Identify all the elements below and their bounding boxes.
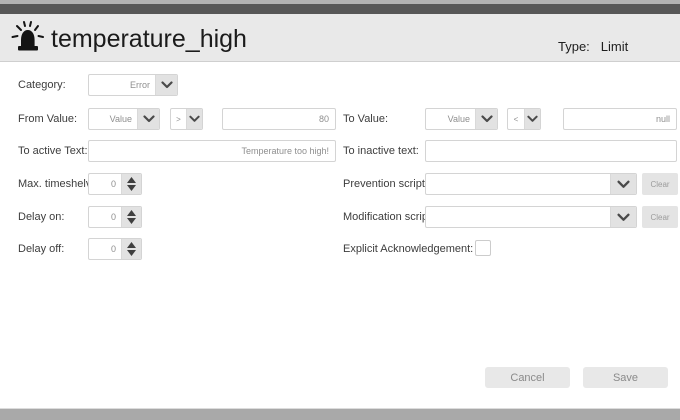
prevention-script-clear-button[interactable]: Clear xyxy=(642,173,678,195)
page-title: temperature_high xyxy=(51,25,247,53)
delay-off-label: Delay off: xyxy=(18,243,65,255)
delay-off-value: 0 xyxy=(110,244,116,254)
prevention-script-select[interactable] xyxy=(425,173,637,195)
to-inactive-text-label: To inactive text: xyxy=(343,145,419,157)
spinner-down-icon xyxy=(127,185,136,191)
modification-script-select[interactable] xyxy=(425,206,637,228)
alarm-type-value: Limit xyxy=(600,39,629,54)
window-title-bar xyxy=(0,4,680,14)
cancel-button[interactable]: Cancel xyxy=(485,367,570,388)
alarm-type-label: Type: xyxy=(558,39,590,54)
delay-off-stepper[interactable]: 0 xyxy=(88,238,142,260)
alarm-type: Type: Limit xyxy=(558,39,628,54)
window-bottom-bar xyxy=(0,408,680,420)
prevention-script-label: Prevention script: xyxy=(343,178,428,190)
to-inactive-text-input[interactable] xyxy=(425,140,677,162)
from-value-source-select[interactable]: Value xyxy=(88,108,160,130)
to-value-source: Value xyxy=(447,114,470,124)
chevron-down-icon[interactable] xyxy=(137,109,159,129)
to-value-input[interactable] xyxy=(563,108,677,130)
spinner-down-icon xyxy=(127,218,136,224)
category-select[interactable]: Error xyxy=(88,74,178,96)
from-value-operator: > xyxy=(176,114,181,124)
prevention-script-value xyxy=(426,174,610,194)
chevron-down-icon[interactable] xyxy=(610,174,636,194)
to-value-source-select[interactable]: Value xyxy=(425,108,498,130)
dialog-header: temperature_high Type: Limit xyxy=(0,14,680,62)
from-value-input[interactable] xyxy=(222,108,336,130)
from-value-operator-select[interactable]: > xyxy=(170,108,203,130)
to-value-operator: < xyxy=(513,114,519,124)
delay-on-value: 0 xyxy=(110,212,116,222)
delay-on-label: Delay on: xyxy=(18,211,65,223)
max-timeshelve-value: 0 xyxy=(110,179,116,189)
spinner-up-icon xyxy=(127,210,136,216)
category-label: Category: xyxy=(18,79,66,91)
explicit-acknowledgement-label: Explicit Acknowledgement: xyxy=(343,243,474,255)
alarm-config-window: temperature_high Type: Limit Category: E… xyxy=(0,0,680,420)
spinner-down-icon xyxy=(127,250,136,256)
to-value-label: To Value: xyxy=(343,113,389,125)
spinner-up-icon xyxy=(127,242,136,248)
modification-script-value xyxy=(426,207,610,227)
modification-script-clear-button[interactable]: Clear xyxy=(642,206,678,228)
alarm-beacon-icon xyxy=(10,19,46,58)
delay-on-stepper[interactable]: 0 xyxy=(88,206,142,228)
explicit-acknowledgement-checkbox[interactable] xyxy=(475,240,491,256)
category-value: Error xyxy=(130,80,150,90)
chevron-down-icon[interactable] xyxy=(524,109,540,129)
chevron-down-icon[interactable] xyxy=(475,109,497,129)
chevron-down-icon[interactable] xyxy=(186,109,202,129)
from-value-label: From Value: xyxy=(18,113,78,125)
chevron-down-icon[interactable] xyxy=(610,207,636,227)
from-value-source: Value xyxy=(109,114,132,124)
save-button[interactable]: Save xyxy=(583,367,668,388)
max-timeshelve-stepper[interactable]: 0 xyxy=(88,173,142,195)
to-active-text-label: To active Text: xyxy=(18,145,88,157)
chevron-down-icon[interactable] xyxy=(155,75,177,95)
to-active-text-input[interactable] xyxy=(88,140,336,162)
to-value-operator-select[interactable]: < xyxy=(507,108,541,130)
spinner-up-icon xyxy=(127,177,136,183)
modification-script-label: Modification script: xyxy=(343,211,435,223)
